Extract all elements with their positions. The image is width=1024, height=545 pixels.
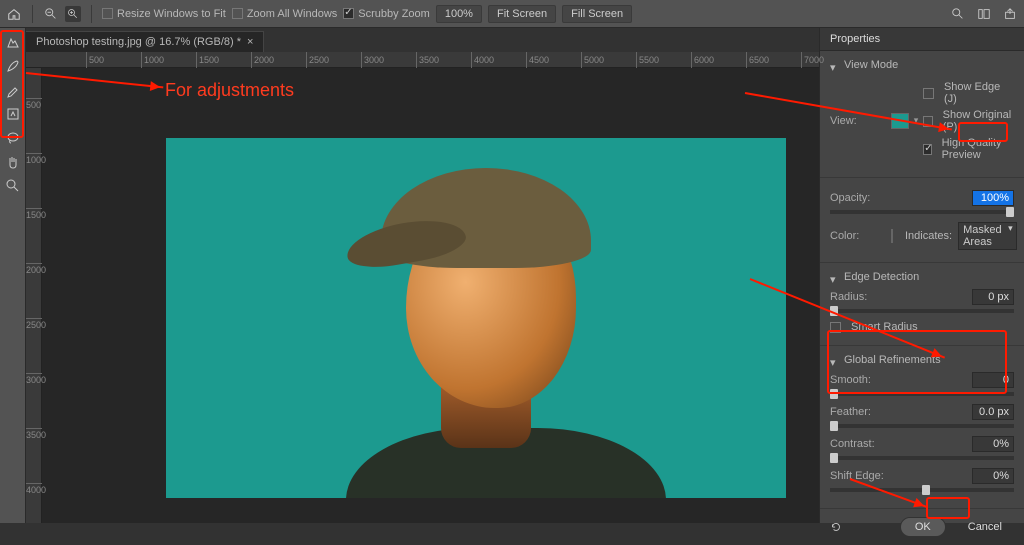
properties-panel: Properties ▾View Mode View: Show Edge (J…: [819, 28, 1024, 523]
resize-windows-checkbox[interactable]: Resize Windows to Fit: [102, 8, 226, 20]
home-icon[interactable]: [6, 6, 22, 22]
show-edge-checkbox[interactable]: [923, 88, 934, 99]
hq-preview-checkbox[interactable]: [923, 144, 931, 155]
contrast-input[interactable]: 0%: [972, 436, 1014, 452]
color-swatch[interactable]: [891, 229, 893, 243]
annotation-text: For adjustments: [165, 80, 294, 101]
contrast-slider[interactable]: [830, 456, 1014, 460]
zoom-tool[interactable]: [3, 176, 23, 196]
annotation-refine-box: [827, 330, 1007, 394]
zoom-pct-button[interactable]: 100%: [436, 5, 482, 23]
zoom-all-checkbox[interactable]: Zoom All Windows: [232, 8, 337, 20]
shift-edge-slider[interactable]: [830, 488, 1014, 492]
radius-slider[interactable]: [830, 309, 1014, 313]
ok-button[interactable]: OK: [900, 517, 946, 537]
properties-tab[interactable]: Properties: [820, 28, 1024, 51]
opacity-input[interactable]: 100%: [972, 190, 1014, 206]
search-icon[interactable]: [950, 6, 966, 22]
edge-detection-header[interactable]: ▾Edge Detection: [830, 271, 1014, 283]
ruler-horizontal: 5001000150020002500300035004000450050005…: [26, 52, 819, 68]
share-icon[interactable]: [1002, 6, 1018, 22]
shift-edge-input[interactable]: 0%: [972, 468, 1014, 484]
canvas-area: Photoshop testing.jpg @ 16.7% (RGB/8) *×…: [26, 28, 819, 523]
annotation-toolbox: [0, 30, 24, 138]
annotation-opacity-box: [958, 122, 1008, 142]
fill-screen-button[interactable]: Fill Screen: [562, 5, 632, 23]
subject-image: [286, 138, 686, 498]
annotation-ok-box: [926, 497, 970, 519]
view-mode-section: ▾View Mode View: Show Edge (J) Show Orig…: [820, 51, 1024, 178]
hand-tool[interactable]: [3, 152, 23, 172]
reset-icon[interactable]: [828, 519, 844, 535]
view-mode-header[interactable]: ▾View Mode: [830, 59, 1014, 71]
ruler-vertical: 5001000150020002500300035004000: [26, 68, 42, 523]
close-tab-icon[interactable]: ×: [247, 36, 253, 48]
document-tab[interactable]: Photoshop testing.jpg @ 16.7% (RGB/8) *×: [26, 31, 264, 52]
opacity-slider[interactable]: [830, 210, 1014, 214]
zoom-out-icon[interactable]: [43, 6, 59, 22]
feather-input[interactable]: 0.0 px: [972, 404, 1014, 420]
fit-screen-button[interactable]: Fit Screen: [488, 5, 556, 23]
artboard[interactable]: [166, 138, 786, 498]
indicates-dropdown[interactable]: Masked Areas: [958, 222, 1017, 250]
opacity-section: Opacity: 100% Color: Indicates: Masked A…: [820, 178, 1024, 263]
options-bar: Resize Windows to Fit Zoom All Windows S…: [0, 0, 1024, 28]
workspace-icon[interactable]: [976, 6, 992, 22]
scrubby-zoom-checkbox[interactable]: Scrubby Zoom: [343, 8, 430, 20]
cancel-button[interactable]: Cancel: [954, 518, 1016, 536]
feather-slider[interactable]: [830, 424, 1014, 428]
zoom-in-icon[interactable]: [65, 6, 81, 22]
radius-input[interactable]: 0 px: [972, 289, 1014, 305]
